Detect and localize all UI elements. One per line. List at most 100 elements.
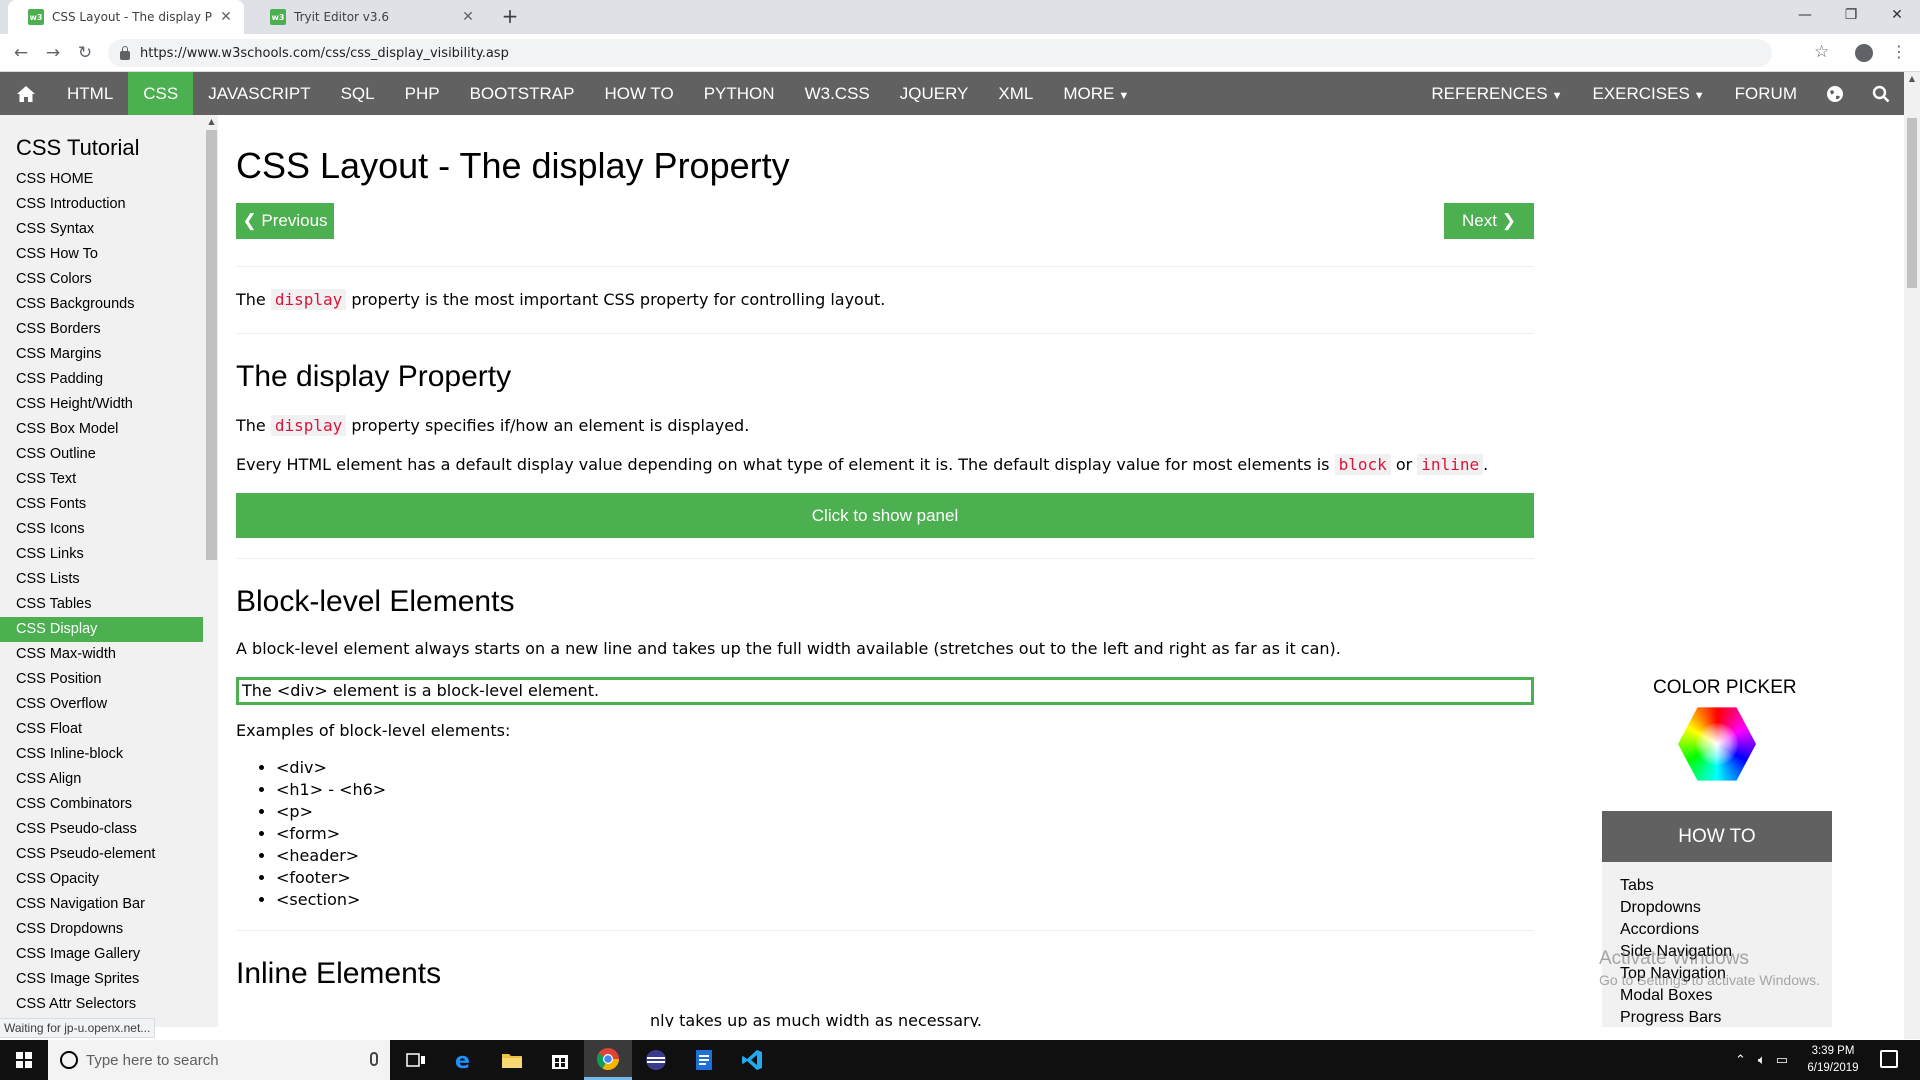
close-icon[interactable]: ✕ [218,9,234,25]
nav-forum[interactable]: FORUM [1720,72,1812,115]
nav-javascript[interactable]: JAVASCRIPT [193,72,325,115]
sidebar-item-css-home[interactable]: CSS HOME [0,167,203,192]
sidebar-scroll-thumb[interactable] [206,130,217,560]
sidebar-item-css-borders[interactable]: CSS Borders [0,317,203,342]
sidebar-item-css-attr-selectors[interactable]: CSS Attr Selectors [0,992,203,1017]
list-item: <p> [276,801,386,823]
scroll-up-arrow-icon[interactable]: ▲ [1904,74,1920,83]
howto-link-modal-boxes[interactable]: Modal Boxes [1620,985,1732,1007]
sidebar-item-css-text[interactable]: CSS Text [0,467,203,492]
howto-link-progress-bars[interactable]: Progress Bars [1620,1007,1732,1027]
nav-python[interactable]: PYTHON [689,72,790,115]
minimize-icon[interactable]: — [1782,0,1828,30]
nav-more[interactable]: MORE ▼ [1048,72,1144,115]
task-view-icon[interactable] [392,1040,440,1080]
nav-sql[interactable]: SQL [326,72,390,115]
browser-tab[interactable]: w3 Tryit Editor v3.6 ✕ [250,0,486,34]
browser-tab-active[interactable]: w3 CSS Layout - The display Propert ✕ [8,0,244,34]
sidebar-item-css-position[interactable]: CSS Position [0,667,203,692]
nav-css[interactable]: CSS [128,72,194,115]
new-tab-icon[interactable]: + [498,4,522,28]
main-content: CSS Layout - The display Property ❮ Prev… [218,115,1588,1027]
file-explorer-icon[interactable] [488,1040,536,1080]
chrome-icon[interactable] [584,1040,632,1080]
nav-exercises[interactable]: EXERCISES ▼ [1577,72,1719,115]
action-center-icon[interactable] [1880,1050,1898,1068]
page-scroll-thumb[interactable] [1907,118,1917,288]
sidebar-item-css-icons[interactable]: CSS Icons [0,517,203,542]
sidebar-item-css-float[interactable]: CSS Float [0,717,203,742]
sidebar-item-css-box-model[interactable]: CSS Box Model [0,417,203,442]
store-icon[interactable] [536,1040,584,1080]
vscode-icon[interactable] [728,1040,776,1080]
previous-button[interactable]: ❮ Previous [236,203,334,239]
microphone-icon[interactable] [370,1052,378,1066]
bookmark-star-icon[interactable]: ☆ [1814,42,1829,62]
kebab-menu-icon[interactable]: ⋮ [1891,42,1907,61]
sidebar-item-css-max-width[interactable]: CSS Max-width [0,642,203,667]
sidebar-item-css-display[interactable]: CSS Display [0,617,203,642]
sidebar-item-css-dropdowns[interactable]: CSS Dropdowns [0,917,203,942]
home-icon[interactable] [0,72,52,115]
nav-jquery[interactable]: JQUERY [885,72,984,115]
taskbar-clock[interactable]: 3:39 PM 6/19/2019 [1788,1043,1878,1077]
sidebar-item-css-pseudo-class[interactable]: CSS Pseudo-class [0,817,203,842]
search-icon[interactable] [1858,72,1904,115]
sidebar-item-css-opacity[interactable]: CSS Opacity [0,867,203,892]
sidebar-item-css-syntax[interactable]: CSS Syntax [0,217,203,242]
sidebar-item-css-how-to[interactable]: CSS How To [0,242,203,267]
sidebar-item-css-inline-block[interactable]: CSS Inline-block [0,742,203,767]
globe-icon[interactable] [1812,72,1858,115]
volume-icon[interactable]: 🔈︎ [1758,1053,1766,1068]
close-window-icon[interactable]: ✕ [1874,0,1920,30]
sidebar-item-css-padding[interactable]: CSS Padding [0,367,203,392]
sidebar-item-css-outline[interactable]: CSS Outline [0,442,203,467]
network-icon[interactable]: ▭ [1776,1053,1788,1068]
taskbar-search-box[interactable]: Type here to search [48,1040,390,1080]
sidebar-item-css-tables[interactable]: CSS Tables [0,592,203,617]
sidebar-item-css-image-sprites[interactable]: CSS Image Sprites [0,967,203,992]
sidebar-item-css-overflow[interactable]: CSS Overflow [0,692,203,717]
address-bar[interactable]: https://www.w3schools.com/css/css_displa… [108,39,1772,67]
app-eclipse-icon[interactable] [632,1040,680,1080]
howto-link-accordions[interactable]: Accordions [1620,919,1732,941]
sidebar-item-css-lists[interactable]: CSS Lists [0,567,203,592]
forward-arrow-icon[interactable]: → [41,41,65,65]
nav-html[interactable]: HTML [52,72,128,115]
close-icon[interactable]: ✕ [460,9,476,25]
back-arrow-icon[interactable]: ← [9,41,33,65]
tray-chevron-up-icon[interactable]: ⌃ [1735,1053,1746,1068]
show-panel-button[interactable]: Click to show panel [236,493,1534,538]
sidebar-item-css-colors[interactable]: CSS Colors [0,267,203,292]
sidebar-item-css-backgrounds[interactable]: CSS Backgrounds [0,292,203,317]
divider [236,266,1534,267]
next-button[interactable]: Next ❯ [1444,203,1534,239]
restore-icon[interactable]: ❐ [1828,0,1874,30]
block-level-description: A block-level element always starts on a… [236,639,1341,658]
nav-howto[interactable]: HOW TO [589,72,688,115]
sidebar-item-css-height-width[interactable]: CSS Height/Width [0,392,203,417]
sidebar-item-css-fonts[interactable]: CSS Fonts [0,492,203,517]
profile-avatar-icon[interactable] [1855,44,1873,62]
nav-xml[interactable]: XML [983,72,1048,115]
sidebar-item-css-pseudo-element[interactable]: CSS Pseudo-element [0,842,203,867]
sidebar-item-css-combinators[interactable]: CSS Combinators [0,792,203,817]
sidebar-item-css-links[interactable]: CSS Links [0,542,203,567]
howto-link-tabs[interactable]: Tabs [1620,875,1732,897]
nav-bootstrap[interactable]: BOOTSTRAP [455,72,590,115]
nav-w3css[interactable]: W3.CSS [790,72,885,115]
scroll-up-arrow-icon[interactable]: ▲ [205,117,218,129]
sidebar-item-css-introduction[interactable]: CSS Introduction [0,192,203,217]
reload-icon[interactable]: ↻ [73,41,97,65]
nav-references[interactable]: REFERENCES ▼ [1416,72,1577,115]
browser-status-bar: Waiting for jp-u.openx.net... [0,1018,156,1038]
sidebar-item-css-image-gallery[interactable]: CSS Image Gallery [0,942,203,967]
nav-php[interactable]: PHP [390,72,455,115]
windows-start-icon[interactable] [0,1040,48,1080]
sidebar-item-css-navigation-bar[interactable]: CSS Navigation Bar [0,892,203,917]
edge-browser-icon[interactable]: e [440,1040,488,1080]
sidebar-item-css-margins[interactable]: CSS Margins [0,342,203,367]
sidebar-item-css-align[interactable]: CSS Align [0,767,203,792]
notepad-icon[interactable] [680,1040,728,1080]
howto-link-dropdowns[interactable]: Dropdowns [1620,897,1732,919]
